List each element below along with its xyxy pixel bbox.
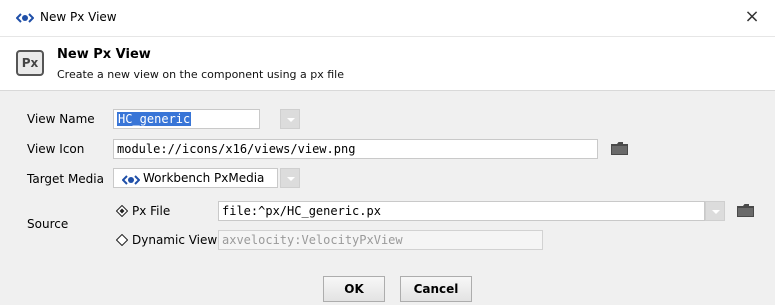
dialog-window: New Px View × Px New Px View Create a ne…	[0, 0, 775, 305]
view-name-label: View Name	[27, 112, 95, 126]
header-title: New Px View	[57, 47, 151, 62]
niagara-eye-icon	[121, 174, 141, 188]
source-label: Source	[27, 217, 69, 231]
cancel-button[interactable]: Cancel	[400, 276, 472, 302]
target-media-label: Target Media	[27, 172, 104, 186]
dynamic-view-field: axvelocity:VelocityPxView	[218, 230, 543, 250]
target-media-value: Workbench PxMedia	[143, 171, 265, 185]
dialog-header: Px New Px View Create a new view on the …	[0, 37, 775, 91]
window-title: New Px View	[40, 10, 117, 24]
header-subtitle: Create a new view on the component using…	[57, 68, 345, 81]
px-file-dropdown[interactable]	[705, 201, 725, 221]
target-media-select[interactable]: Workbench PxMedia	[113, 168, 278, 188]
px-file-radio[interactable]	[115, 204, 129, 218]
niagara-eye-icon	[15, 12, 35, 26]
view-name-field[interactable]: HC_generic	[113, 109, 260, 129]
ok-button[interactable]: OK	[323, 276, 385, 302]
px-file-label: Px File	[132, 204, 171, 218]
folder-icon[interactable]	[737, 204, 754, 220]
dynamic-view-label: Dynamic View	[132, 233, 218, 247]
view-name-value: HC_generic	[117, 112, 192, 126]
px-file-field[interactable]: file:^px/HC_generic.px	[218, 201, 705, 221]
title-bar: New Px View ×	[0, 0, 775, 37]
view-name-dropdown[interactable]	[280, 109, 300, 129]
target-media-dropdown[interactable]	[280, 168, 300, 188]
close-icon[interactable]: ×	[729, 0, 775, 36]
view-icon-label: View Icon	[27, 142, 85, 156]
view-icon-field[interactable]: module://icons/x16/views/view.png	[113, 139, 598, 159]
folder-icon[interactable]	[611, 142, 628, 158]
px-badge-icon: Px	[16, 50, 44, 76]
dynamic-view-radio[interactable]	[115, 233, 129, 247]
